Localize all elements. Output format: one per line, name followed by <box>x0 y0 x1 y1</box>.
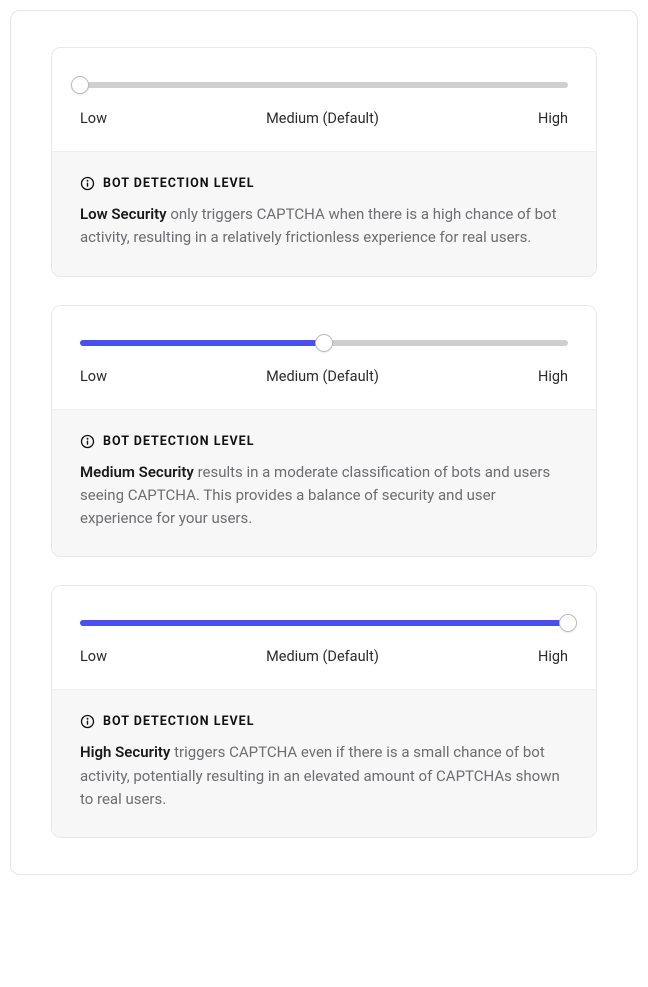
slider-label-high: High <box>538 648 568 665</box>
slider-area: Low Medium (Default) High <box>52 586 596 689</box>
slider-area: Low Medium (Default) High <box>52 48 596 151</box>
info-header: BOT DETECTION LEVEL <box>80 714 568 729</box>
info-bold: Low Security <box>80 205 167 223</box>
slider-fill <box>80 620 568 626</box>
slider-thumb[interactable] <box>315 334 333 352</box>
slider-label-low: Low <box>80 110 107 127</box>
info-header: BOT DETECTION LEVEL <box>80 176 568 191</box>
slider-label-medium: Medium (Default) <box>107 648 538 665</box>
bot-detection-slider[interactable] <box>80 614 568 632</box>
info-title: BOT DETECTION LEVEL <box>103 434 254 449</box>
slider-track <box>80 82 568 88</box>
slider-thumb[interactable] <box>71 76 89 94</box>
info-panel: BOT DETECTION LEVEL High Security trigge… <box>52 689 596 837</box>
info-description: High Security triggers CAPTCHA even if t… <box>80 741 568 811</box>
slider-labels: Low Medium (Default) High <box>80 110 568 127</box>
bot-detection-card-low: Low Medium (Default) High BOT DETECTION … <box>51 47 597 277</box>
slider-label-high: High <box>538 110 568 127</box>
bot-detection-slider[interactable] <box>80 334 568 352</box>
bot-detection-slider[interactable] <box>80 76 568 94</box>
info-description: Low Security only triggers CAPTCHA when … <box>80 203 568 250</box>
info-title: BOT DETECTION LEVEL <box>103 176 254 191</box>
slider-label-low: Low <box>80 368 107 385</box>
slider-label-medium: Medium (Default) <box>107 368 538 385</box>
info-header: BOT DETECTION LEVEL <box>80 434 568 449</box>
slider-label-medium: Medium (Default) <box>107 110 538 127</box>
slider-labels: Low Medium (Default) High <box>80 648 568 665</box>
slider-labels: Low Medium (Default) High <box>80 368 568 385</box>
info-description: Medium Security results in a moderate cl… <box>80 461 568 531</box>
slider-fill <box>80 340 324 346</box>
slider-thumb[interactable] <box>559 614 577 632</box>
info-bold: Medium Security <box>80 463 194 481</box>
slider-label-low: Low <box>80 648 107 665</box>
info-icon <box>80 714 95 729</box>
bot-detection-card-medium: Low Medium (Default) High BOT DETECTION … <box>51 305 597 558</box>
info-icon <box>80 176 95 191</box>
info-title: BOT DETECTION LEVEL <box>103 714 254 729</box>
info-panel: BOT DETECTION LEVEL Medium Security resu… <box>52 409 596 557</box>
settings-panel: Low Medium (Default) High BOT DETECTION … <box>10 10 638 875</box>
info-icon <box>80 434 95 449</box>
slider-area: Low Medium (Default) High <box>52 306 596 409</box>
bot-detection-card-high: Low Medium (Default) High BOT DETECTION … <box>51 585 597 838</box>
slider-label-high: High <box>538 368 568 385</box>
info-bold: High Security <box>80 743 170 761</box>
info-panel: BOT DETECTION LEVEL Low Security only tr… <box>52 151 596 276</box>
